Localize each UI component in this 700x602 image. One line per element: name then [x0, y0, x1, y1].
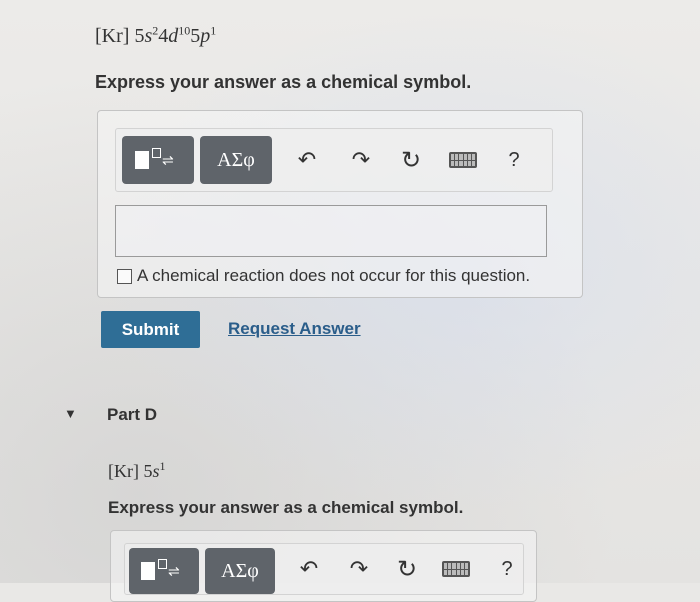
answer-instruction: Express your answer as a chemical symbol… [95, 72, 472, 92]
help-icon: ? [508, 148, 520, 171]
submit-button[interactable]: Submit [101, 311, 200, 348]
part-d-answer-instruction: Express your answer as a chemical symbol… [108, 498, 464, 517]
electron-configuration: [Kr] 5s24d105p1 [95, 23, 217, 48]
part-d-greek-symbols-button[interactable]: ΑΣφ [205, 548, 275, 594]
math-toolbar: ⇌ ΑΣφ ↶ ↷ ↻ ? [115, 128, 553, 192]
config-core: [Kr] [95, 25, 130, 47]
redo-icon: ↷ [349, 556, 369, 581]
config-term-1: 5s1 [143, 459, 166, 481]
part-d-undo-button[interactable]: ↶ [297, 556, 321, 582]
config-core: [Kr] [108, 461, 139, 481]
config-term-3: 5p1 [190, 23, 217, 47]
template-button[interactable]: ⇌ [122, 136, 194, 184]
redo-button[interactable]: ↷ [348, 147, 374, 173]
answer-input[interactable] [115, 205, 547, 257]
greek-symbols-button[interactable]: ΑΣφ [200, 136, 272, 184]
part-d-reset-button[interactable]: ↻ [395, 555, 419, 584]
keyboard-button[interactable] [448, 152, 478, 168]
reset-button[interactable]: ↻ [398, 146, 424, 175]
reset-icon: ↻ [396, 555, 418, 583]
undo-icon: ↶ [297, 147, 317, 172]
no-reaction-option[interactable]: A chemical reaction does not occur for t… [117, 266, 530, 286]
undo-button[interactable]: ↶ [294, 147, 320, 173]
caret-down-icon[interactable]: ▼ [64, 406, 77, 421]
template-icon: ⇌ [128, 143, 188, 177]
no-reaction-label: A chemical reaction does not occur for t… [137, 266, 531, 285]
help-icon: ? [501, 557, 513, 580]
undo-icon: ↶ [299, 556, 319, 581]
request-answer-link[interactable]: Request Answer [228, 319, 361, 339]
part-d-keyboard-button[interactable] [441, 561, 471, 577]
greek-icon: ΑΣφ [217, 148, 255, 171]
config-term-2: 4d10 [158, 23, 191, 47]
greek-icon: ΑΣφ [221, 559, 259, 582]
reset-icon: ↻ [400, 146, 422, 174]
keyboard-icon [442, 561, 470, 577]
keyboard-icon [449, 152, 477, 168]
part-d-template-button[interactable]: ⇌ [129, 548, 199, 594]
part-d-redo-button[interactable]: ↷ [347, 556, 371, 582]
part-d-help-button[interactable]: ? [497, 558, 517, 581]
config-term-1: 5s2 [134, 23, 159, 47]
part-d-title[interactable]: Part D [107, 405, 157, 425]
redo-icon: ↷ [351, 147, 371, 172]
help-button[interactable]: ? [504, 149, 524, 172]
part-d-math-toolbar: ⇌ ΑΣφ ↶ ↷ ↻ ? [124, 543, 524, 595]
no-reaction-checkbox[interactable] [117, 268, 132, 284]
part-d-electron-configuration: [Kr] 5s1 [108, 459, 166, 482]
